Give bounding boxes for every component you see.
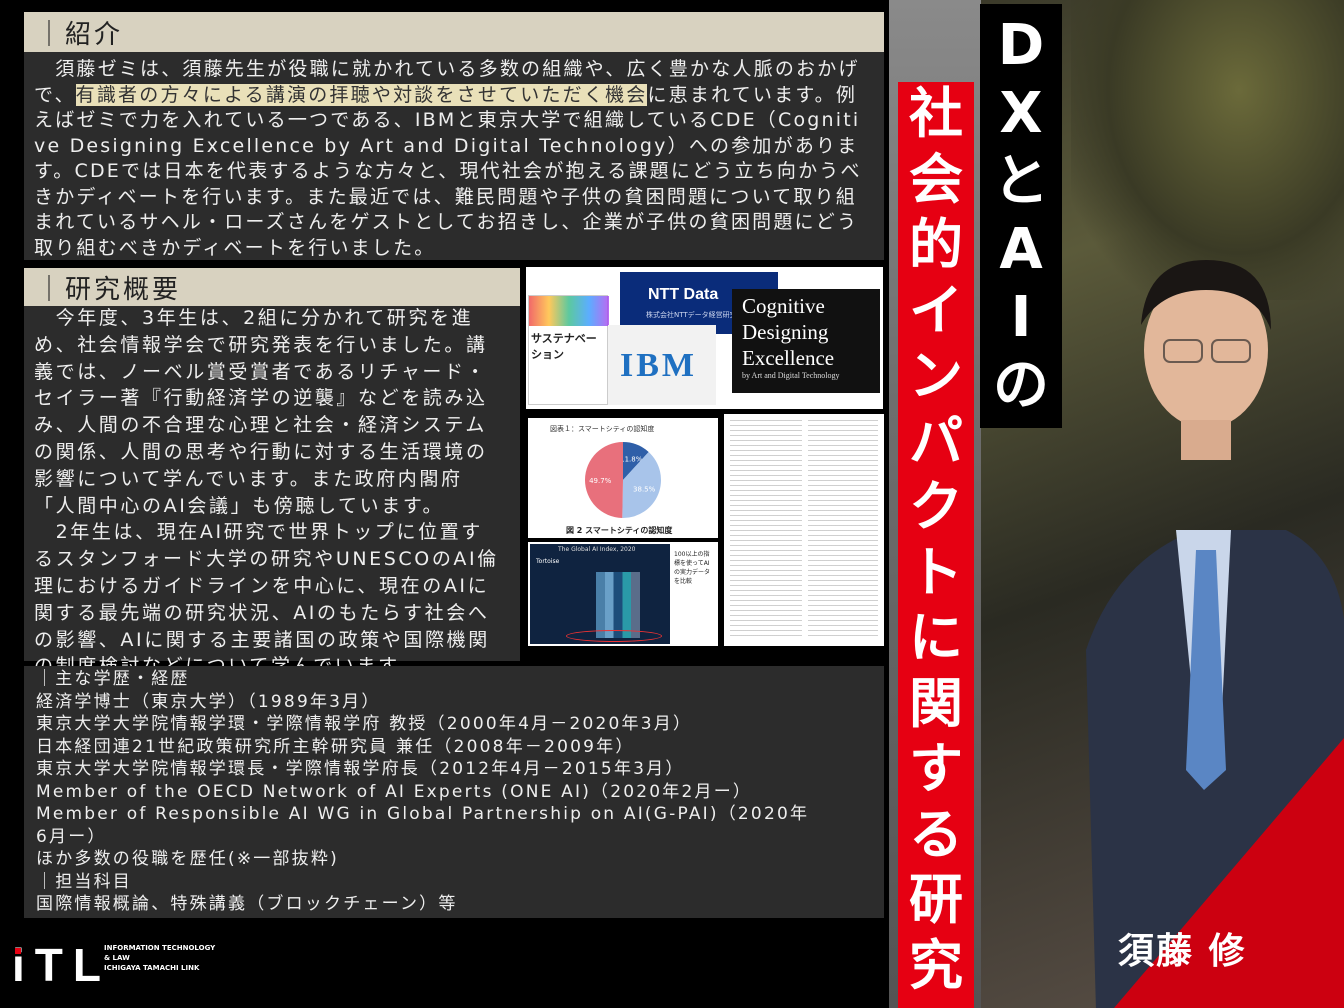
intro-text-b: に恵まれています。例えばゼミで力を入れている一つである、IBMと東京大学で組織し… bbox=[34, 83, 862, 259]
professor-name: 須藤 修 bbox=[1118, 931, 1247, 972]
title-char: X bbox=[999, 81, 1043, 146]
title-char: イ bbox=[909, 278, 963, 342]
title-char: A bbox=[999, 217, 1043, 282]
career-item: 東京大学大学院情報学環長・学際情報学府長（2012年4月－2015年3月） bbox=[36, 759, 685, 779]
title-char: 究 bbox=[909, 933, 963, 997]
ai-index-title: The Global AI Index, 2020 bbox=[558, 546, 636, 553]
career-item: Member of Responsible AI WG in Global Pa… bbox=[36, 804, 810, 847]
title-char: D bbox=[997, 13, 1045, 78]
book-title: サステナベーション bbox=[531, 332, 597, 361]
pie-chart-image: 図表１：スマートシティの認知度 11.8% 38.5% 49.7% 図 2 スマート… bbox=[528, 418, 718, 538]
title-char: る bbox=[909, 802, 963, 866]
title-char: す bbox=[909, 737, 963, 800]
ibm-logo: IBM bbox=[620, 347, 697, 384]
title-char: パ bbox=[909, 409, 963, 473]
title-char: ン bbox=[909, 344, 963, 407]
pie-label: 49.7% bbox=[589, 477, 612, 485]
itl-logo-dot bbox=[15, 948, 21, 954]
research-heading: ｜研究概要 bbox=[24, 268, 520, 306]
title-char: 研 bbox=[909, 868, 963, 931]
cde-line1: Cognitive bbox=[742, 294, 825, 318]
title-char: 社 bbox=[909, 82, 963, 145]
title-char: 的 bbox=[909, 213, 963, 276]
pie-label: 38.5% bbox=[633, 485, 656, 493]
pie-chart: 11.8%38.5%49.7% bbox=[584, 442, 661, 518]
career-item: ほか多数の役職を歴任(※一部抜粋) bbox=[36, 849, 339, 869]
cde-logo-box: Cognitive Designing Excellence by Art an… bbox=[732, 289, 880, 393]
title-char: I bbox=[1010, 285, 1032, 350]
ai-index-image: The Global AI Index, 2020 Tortoise 100以上… bbox=[528, 542, 718, 646]
subjects-heading: ｜担当科目 bbox=[36, 871, 132, 892]
ntt-data-label: NTT Data bbox=[648, 286, 719, 303]
ai-index-highlight-ellipse bbox=[566, 630, 662, 642]
ai-index-chart: The Global AI Index, 2020 Tortoise bbox=[530, 544, 670, 644]
ntt-data-sub: 株式会社NTTデータ経営研究所 bbox=[646, 311, 744, 319]
career-item: 東京大学大学院情報学環・学際情報学府 教授（2000年4月－2020年3月） bbox=[36, 714, 693, 734]
paper-gutter bbox=[802, 420, 808, 640]
intro-text: 須藤ゼミは、須藤先生が役職に就かれている多数の組織や、広く豊かな人脈のおかげで、… bbox=[34, 57, 870, 261]
itl-logo-mark: iTL bbox=[12, 939, 111, 991]
intro-heading: ｜紹介 bbox=[24, 12, 884, 52]
title-char: ト bbox=[909, 540, 963, 604]
book-cover: サステナベーション bbox=[528, 295, 609, 405]
ai-index-note: 100以上の指標を使ってAIの実力データを比較 bbox=[674, 551, 711, 585]
book-collage-image: サステナベーション NTT Data 株式会社NTTデータ経営研究所 IBM C… bbox=[526, 267, 883, 409]
cde-sub: by Art and Digital Technology bbox=[742, 371, 840, 380]
research-p2: 2年生は、現在AI研究で世界トップに位置するスタンフォード大学の研究やUNESC… bbox=[34, 521, 499, 677]
itl-logo: iTL INFORMATION TECHNOLOGY & LAW ICHIGAY… bbox=[12, 939, 232, 992]
career-item: Member of the OECD Network of AI Experts… bbox=[36, 781, 753, 802]
cde-line2: Designing bbox=[742, 320, 829, 344]
intro-highlight: 有識者の方々による講演の拝聴や対談をさせていただく機会 bbox=[75, 83, 648, 106]
cde-line3: Excellence bbox=[742, 346, 835, 370]
career-item: 日本経団連21世紀政策研究所主幹研究員 兼任（2008年－2009年） bbox=[36, 736, 635, 757]
itl-logo-line2: & LAW bbox=[104, 954, 130, 962]
paper-document-image bbox=[724, 414, 884, 646]
title-char: ク bbox=[909, 475, 963, 538]
career-item: 経済学博士（東京大学）（1989年3月） bbox=[36, 691, 381, 712]
book-cover-art bbox=[529, 296, 609, 326]
title-char: 関 bbox=[909, 671, 963, 735]
career-heading: ｜主な学歴・経歴 bbox=[36, 669, 190, 689]
ibm-logo-box: IBM bbox=[608, 325, 716, 405]
title-char: 会 bbox=[909, 147, 963, 211]
title-char: と bbox=[993, 149, 1049, 214]
tortoise-label: Tortoise bbox=[536, 558, 560, 565]
subjects-text: 国際情報概論、特殊講義（ブロックチェーン）等 bbox=[36, 894, 458, 914]
itl-logo-line1: INFORMATION TECHNOLOGY bbox=[104, 944, 216, 952]
pie-caption: 図 2 スマートシティの認知度 bbox=[566, 526, 673, 535]
title-char: に bbox=[909, 606, 963, 669]
title-char: の bbox=[993, 353, 1049, 418]
itl-logo-line3: ICHIGAYA TAMACHI LINK bbox=[104, 964, 200, 972]
career-block: ｜主な学歴・経歴 経済学博士（東京大学）（1989年3月） 東京大学大学院情報学… bbox=[36, 668, 876, 916]
research-text: 今年度、3年生は、2組に分かれて研究を進め、社会情報学会で研究発表を行いました。… bbox=[34, 305, 504, 680]
ai-index-columns bbox=[596, 572, 640, 638]
research-p1: 今年度、3年生は、2組に分かれて研究を進め、社会情報学会で研究発表を行いました。… bbox=[34, 307, 488, 517]
